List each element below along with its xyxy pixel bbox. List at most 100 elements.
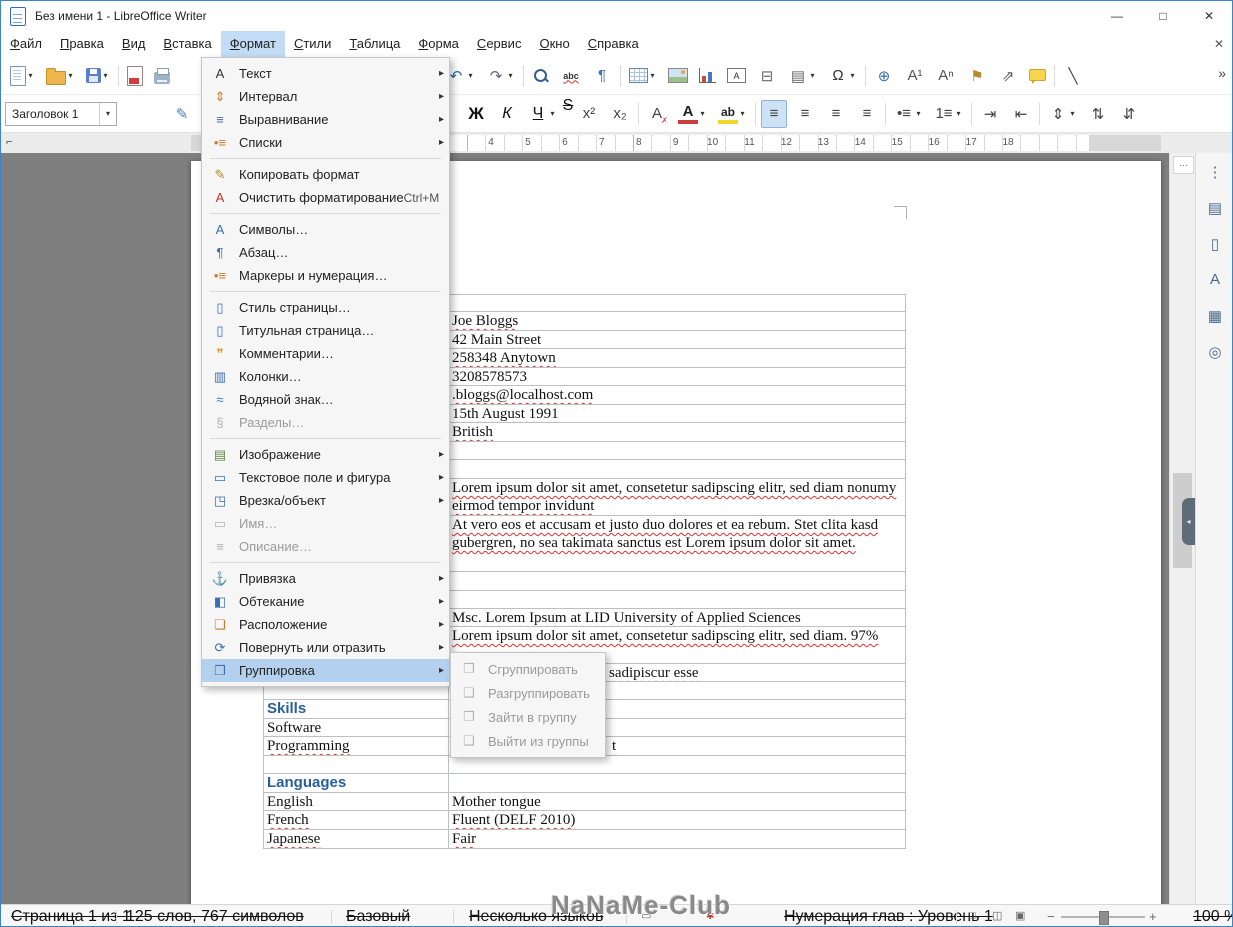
table-cell-left[interactable]: Languages <box>264 774 449 792</box>
table-cell-right[interactable] <box>449 295 905 311</box>
tab-stop-selector-icon[interactable]: ⌐ <box>6 136 12 148</box>
decrease-paragraph-spacing-button[interactable]: ⇵ <box>1116 100 1142 128</box>
menubar-item-window[interactable]: Окно <box>530 31 578 57</box>
bullet-list-button[interactable]: •≡▾ <box>891 100 926 128</box>
dropdown-arrow-icon[interactable]: ▾ <box>1068 109 1077 118</box>
table-cell-right[interactable] <box>449 460 905 478</box>
menu-item-bullets-numbering[interactable]: •≡Маркеры и нумерация… <box>202 264 449 287</box>
combobox-dropdown-icon[interactable]: ▾ <box>99 103 116 125</box>
table-cell-right[interactable]: 258348 Anytown <box>449 349 905 367</box>
print-button[interactable] <box>151 62 173 90</box>
save-button[interactable]: ▾ <box>83 62 113 90</box>
dropdown-arrow-icon[interactable]: ▾ <box>808 71 817 80</box>
line-spacing-button[interactable]: ⇕▾ <box>1045 100 1080 128</box>
properties-panel-button[interactable]: ▤ <box>1202 195 1228 220</box>
insert-chart-button[interactable] <box>696 62 719 90</box>
menubar-item-table[interactable]: Таблица <box>340 31 409 57</box>
menu-item-columns[interactable]: ▥Колонки… <box>202 365 449 388</box>
font-color-button[interactable]: A▾ <box>675 100 710 128</box>
menu-item-text-box-and-shape[interactable]: ▭Текстовое поле и фигура▸ <box>202 466 449 489</box>
menubar-item-file[interactable]: Файл <box>1 31 51 57</box>
table-cell-right[interactable] <box>449 591 905 608</box>
table-cell-left[interactable]: Skills <box>264 700 449 718</box>
page-panel-button[interactable]: ▯ <box>1202 231 1228 256</box>
multi-page-view-icon[interactable]: ◫ <box>992 905 1002 927</box>
menu-item-text[interactable]: AТекст▸ <box>202 62 449 85</box>
dropdown-arrow-icon[interactable]: ▾ <box>648 71 657 80</box>
menubar-item-format[interactable]: Формат <box>221 31 285 57</box>
menu-item-clone-formatting[interactable]: ✎Копировать формат <box>202 163 449 186</box>
insert-line-button[interactable]: ╲ <box>1060 62 1086 90</box>
page-style-status[interactable]: Базовый <box>346 905 410 927</box>
find-replace-button[interactable] <box>529 62 553 90</box>
dropdown-arrow-icon[interactable]: ▾ <box>954 109 963 118</box>
menubar-item-help[interactable]: Справка <box>579 31 648 57</box>
menu-item-watermark[interactable]: ≈Водяной знак… <box>202 388 449 411</box>
menubar-item-form[interactable]: Форма <box>409 31 468 57</box>
redo-button[interactable]: ↷▾ <box>483 62 518 90</box>
table-cell-right[interactable]: Mother tongue <box>449 793 905 810</box>
scrollbar-top-button[interactable]: ⋯ <box>1173 156 1194 174</box>
ruler-right-margin[interactable] <box>1089 135 1161 151</box>
menu-item-arrange[interactable]: ❏Расположение▸ <box>202 613 449 636</box>
menu-item-anchor[interactable]: ⚓Привязка▸ <box>202 567 449 590</box>
table-cell-left[interactable]: Software <box>264 719 449 736</box>
minimize-button[interactable]: — <box>1094 1 1140 31</box>
dropdown-arrow-icon[interactable]: ▾ <box>914 109 923 118</box>
menu-item-character[interactable]: AСимволы… <box>202 218 449 241</box>
paragraph-style-combobox[interactable]: Заголовок 1 ▾ <box>5 102 117 126</box>
decrease-indent-button[interactable]: ⇤ <box>1008 100 1034 128</box>
increase-indent-button[interactable]: ⇥ <box>977 100 1003 128</box>
table-cell-right[interactable]: Fair <box>449 830 905 848</box>
menu-item-lists[interactable]: •≡Списки▸ <box>202 131 449 154</box>
table-cell-left[interactable]: French <box>264 811 449 829</box>
sidebar-hide-handle[interactable]: ◂ <box>1182 498 1195 545</box>
menu-item-spacing[interactable]: ⇕Интервал▸ <box>202 85 449 108</box>
strikethrough-button[interactable]: S <box>565 100 571 128</box>
export-pdf-button[interactable] <box>124 62 146 90</box>
special-character-button[interactable]: Ω▾ <box>825 62 860 90</box>
table-cell-right[interactable]: 15th August 1991 <box>449 405 905 422</box>
table-cell-right[interactable]: 3208578573 <box>449 368 905 385</box>
table-cell-right[interactable]: .bloggs@localhost.com <box>449 386 905 404</box>
menu-item-page-style[interactable]: ▯Стиль страницы… <box>202 296 449 319</box>
table-cell-right[interactable]: 42 Main Street <box>449 331 905 348</box>
navigator-panel-button[interactable]: ◎ <box>1202 339 1228 364</box>
menubar-item-view[interactable]: Вид <box>113 31 155 57</box>
align-center-button[interactable]: ≡ <box>792 100 818 128</box>
table-cell-right[interactable]: Lorem ipsum dolor sit amet, consetetur s… <box>449 479 905 515</box>
dropdown-arrow-icon[interactable]: ▾ <box>66 71 75 80</box>
menubar-item-edit[interactable]: Правка <box>51 31 113 57</box>
insert-field-button[interactable]: ▤▾ <box>785 62 820 90</box>
align-left-button[interactable]: ≡ <box>761 100 787 128</box>
subscript-button[interactable]: x₂ <box>607 100 633 128</box>
table-cell-right[interactable]: Joe Bloggs <box>449 312 905 330</box>
menu-item-group[interactable]: ❐Группировка▸ <box>202 659 449 682</box>
menu-item-wrap[interactable]: ◧Обтекание▸ <box>202 590 449 613</box>
table-cell-right[interactable]: Msc. Lorem Ipsum at LID University of Ap… <box>449 609 905 626</box>
align-justify-button[interactable]: ≡ <box>854 100 880 128</box>
insert-table-button[interactable]: ▾ <box>626 62 660 90</box>
table-cell-right[interactable]: Fluent (DELF 2010) <box>449 811 905 829</box>
table-cell-right[interactable]: British <box>449 423 905 441</box>
hyperlink-button[interactable]: ⊕ <box>871 62 897 90</box>
menu-item-paragraph[interactable]: ¶Абзац… <box>202 241 449 264</box>
menu-item-clear-formatting[interactable]: AОчистить форматированиеCtrl+M <box>202 186 449 209</box>
menu-item-alignment[interactable]: ≡Выравнивание▸ <box>202 108 449 131</box>
menubar-item-tools[interactable]: Сервис <box>468 31 531 57</box>
dropdown-arrow-icon[interactable]: ▾ <box>26 71 35 80</box>
bold-button[interactable]: Ж <box>463 100 489 128</box>
menubar-item-insert[interactable]: Вставка <box>154 31 220 57</box>
dropdown-arrow-icon[interactable]: ▾ <box>466 71 475 80</box>
menu-item-frame-object[interactable]: ◳Врезка/объект▸ <box>202 489 449 512</box>
dropdown-arrow-icon[interactable]: ▾ <box>548 109 557 118</box>
horizontal-ruler[interactable]: ⌐ 456789101112131415161718 <box>1 133 1232 154</box>
table-cell-right[interactable] <box>449 756 905 773</box>
single-page-view-icon[interactable]: □ <box>969 905 976 927</box>
numbered-list-button[interactable]: 1≡▾ <box>931 100 966 128</box>
table-cell-right[interactable] <box>449 572 905 590</box>
menu-item-image[interactable]: ▤Изображение▸ <box>202 443 449 466</box>
dropdown-arrow-icon[interactable]: ▾ <box>506 71 515 80</box>
gallery-panel-button[interactable]: ▦ <box>1202 303 1228 328</box>
dropdown-arrow-icon[interactable]: ▾ <box>101 71 110 80</box>
